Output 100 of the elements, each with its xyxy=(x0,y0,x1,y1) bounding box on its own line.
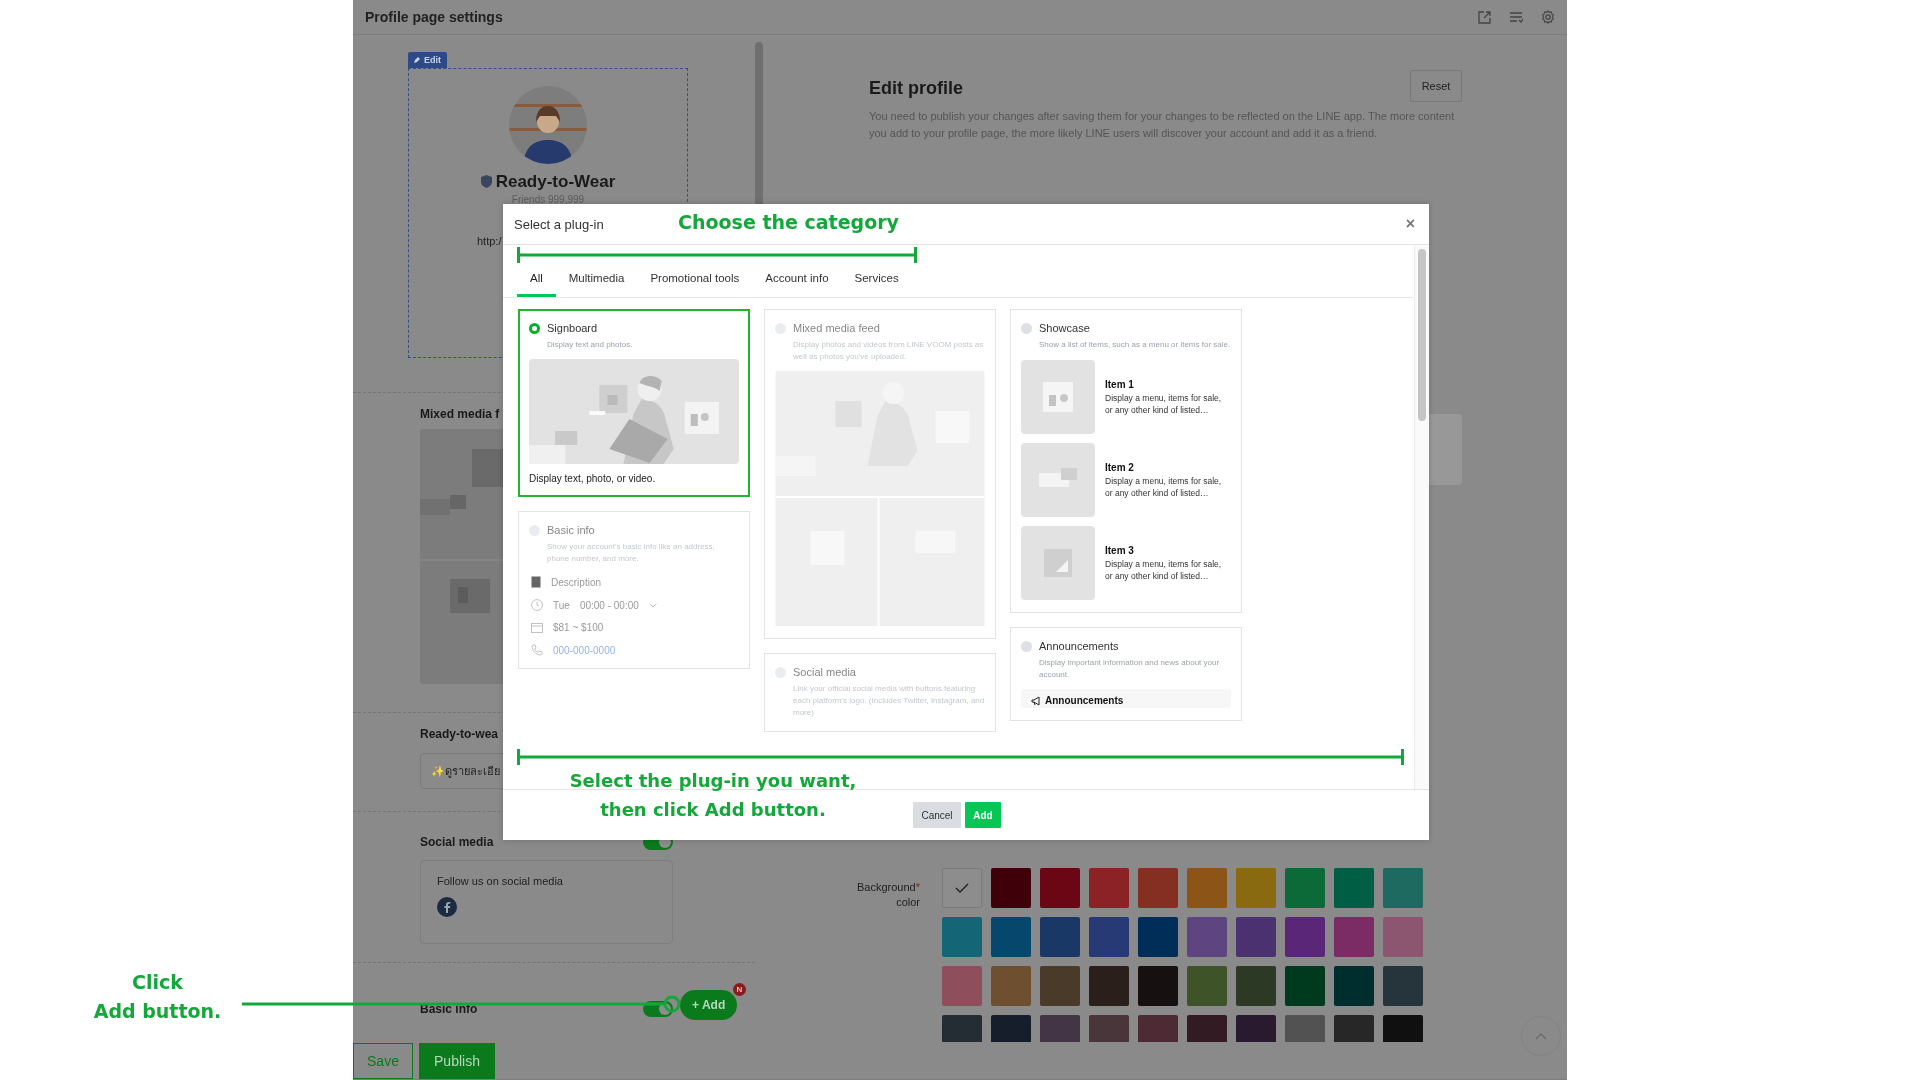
card-title: Announcements xyxy=(1039,640,1119,652)
facebook-icon xyxy=(437,896,457,917)
item-description: Display a menu, items for sale, or any other kind of listed… xyxy=(1105,557,1223,582)
color-swatch[interactable] xyxy=(1285,966,1325,1006)
dialog-title: Select a plug-in xyxy=(514,216,604,232)
item-description: Display a menu, items for sale, or any other kind of listed… xyxy=(1105,391,1223,416)
new-badge: N xyxy=(733,983,746,996)
info-text: 00:00 - 00:00 xyxy=(579,599,639,611)
color-swatch[interactable] xyxy=(1187,868,1227,908)
color-swatch[interactable] xyxy=(1383,917,1423,957)
settings-icon[interactable] xyxy=(1541,10,1555,24)
card-description: Display text and photos. xyxy=(547,339,634,351)
chevron-up-icon xyxy=(1535,1032,1547,1040)
reset-button[interactable]: Reset xyxy=(1410,70,1462,102)
color-swatch[interactable] xyxy=(1236,868,1276,908)
color-swatch[interactable] xyxy=(991,917,1031,957)
field-label: Background xyxy=(857,881,916,893)
info-text: 000-000-0000 xyxy=(553,644,616,656)
color-swatch[interactable] xyxy=(1236,917,1276,957)
edit-label: Edit xyxy=(424,54,441,65)
preview-title: Announcements xyxy=(1045,695,1124,706)
info-text: $81 ~ $100 xyxy=(553,622,604,633)
annotation-text: Click Add button. xyxy=(92,970,223,1024)
category-tab[interactable]: Services xyxy=(841,272,912,297)
external-link-icon[interactable] xyxy=(1478,10,1491,24)
color-swatch[interactable] xyxy=(1285,868,1325,908)
radio-button[interactable] xyxy=(1021,640,1032,652)
color-swatch[interactable] xyxy=(1285,917,1325,957)
cancel-button[interactable]: Cancel xyxy=(913,802,961,828)
color-swatch[interactable] xyxy=(942,868,982,908)
card-title: Mixed media feed xyxy=(793,322,880,334)
shield-icon xyxy=(480,175,492,188)
wallet-icon xyxy=(531,622,543,633)
color-swatch[interactable] xyxy=(1040,966,1080,1006)
publish-button[interactable]: Publish xyxy=(419,1043,495,1079)
category-tab[interactable]: Account info xyxy=(752,272,842,297)
color-swatch[interactable] xyxy=(991,868,1031,908)
chevron-icon xyxy=(648,602,657,608)
megaphone-icon xyxy=(1031,695,1041,706)
annotation-text: Choose the category xyxy=(678,210,899,235)
card-title: Signboard xyxy=(547,322,598,334)
color-swatch[interactable] xyxy=(1187,917,1227,957)
add-button[interactable]: + Add xyxy=(680,990,738,1020)
color-swatch[interactable] xyxy=(991,966,1031,1006)
color-swatch[interactable] xyxy=(1383,966,1423,1006)
list-icon[interactable] xyxy=(1509,11,1523,23)
color-swatch[interactable] xyxy=(942,966,982,1006)
radio-button[interactable] xyxy=(529,322,540,334)
category-tab[interactable]: Multimedia xyxy=(555,272,638,297)
item-title: Item 3 xyxy=(1105,544,1135,556)
color-swatch[interactable] xyxy=(1187,966,1227,1006)
account-name: Ready-to-Wear xyxy=(495,171,616,192)
color-swatch[interactable] xyxy=(1236,966,1276,1006)
edit-tag[interactable]: Edit xyxy=(408,51,447,68)
item-description: Display a menu, items for sale, or any other kind of listed… xyxy=(1105,474,1223,499)
phone-icon xyxy=(531,644,543,656)
section-heading: Edit profile xyxy=(869,78,963,99)
item-title: Item 1 xyxy=(1105,378,1135,390)
color-swatch[interactable] xyxy=(1383,868,1423,908)
radio-button[interactable] xyxy=(1021,322,1032,334)
card-title: Social media xyxy=(793,666,856,678)
required-mark: * xyxy=(915,881,920,893)
field-label: color xyxy=(895,895,920,910)
scrollbar[interactable] xyxy=(1418,249,1426,421)
close-button[interactable]: × xyxy=(1405,215,1415,233)
day-text: Tue xyxy=(553,599,570,611)
color-swatch[interactable] xyxy=(1089,966,1129,1006)
pencil-icon xyxy=(414,56,421,63)
annotation-text: Select the plug-in you want, then click Add button. xyxy=(568,769,858,822)
check-icon xyxy=(955,883,969,893)
color-swatch[interactable] xyxy=(942,917,982,957)
color-swatch[interactable] xyxy=(1040,917,1080,957)
section-title: Social media xyxy=(420,834,494,849)
card-text: Follow us on social media xyxy=(437,874,564,887)
category-tab[interactable]: All xyxy=(517,272,556,297)
color-swatch[interactable] xyxy=(1138,966,1178,1006)
color-swatch[interactable] xyxy=(1089,868,1129,908)
section-title: Ready-to-wea xyxy=(420,726,500,741)
color-swatch[interactable] xyxy=(1334,966,1374,1006)
info-text: Description xyxy=(551,576,602,588)
card-caption: Display text, photo, or video. xyxy=(529,473,657,484)
card-description: Show a list of items, such as a menu or items for sale. xyxy=(1039,339,1231,351)
category-tab[interactable]: Promotional tools xyxy=(637,272,753,297)
document-icon xyxy=(531,576,541,588)
color-swatch[interactable] xyxy=(1089,917,1129,957)
clock-icon xyxy=(531,599,543,611)
card-title: Basic info xyxy=(547,524,595,536)
section-title: Mixed media f xyxy=(420,406,501,421)
color-swatch[interactable] xyxy=(1040,868,1080,908)
plugin-card[interactable]: Signboard Display text and photos. Display text, photo, or video. xyxy=(518,309,750,497)
item-title: Item 2 xyxy=(1105,461,1135,473)
color-swatch[interactable] xyxy=(1334,917,1374,957)
color-swatch[interactable] xyxy=(1138,917,1178,957)
plugin-card[interactable] xyxy=(1010,309,1242,613)
color-swatch[interactable] xyxy=(1334,868,1374,908)
plugin-card[interactable]: Announcements Display important information and news about your account. Announcements xyxy=(1010,627,1242,721)
color-swatch[interactable] xyxy=(1138,868,1178,908)
page-title: Profile page settings xyxy=(365,9,503,25)
card-title: Showcase xyxy=(1039,322,1090,334)
card-description: Display important information and news about your account. xyxy=(1039,657,1221,681)
